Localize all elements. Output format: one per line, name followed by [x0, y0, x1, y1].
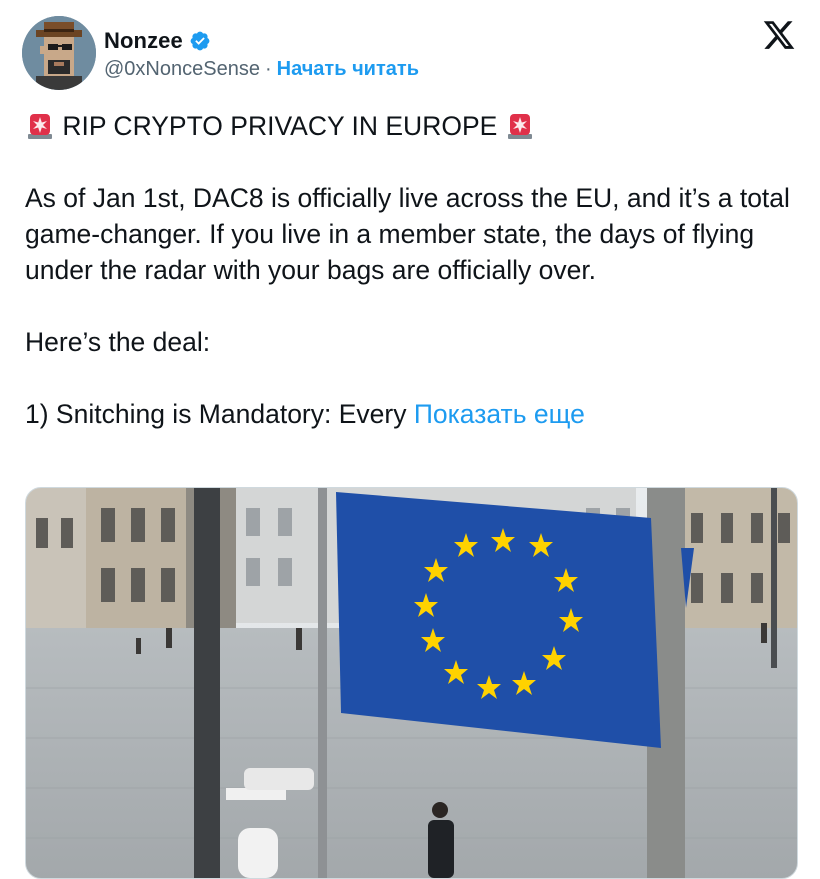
author-handle-row: @0xNonceSense · Начать читать	[104, 58, 419, 81]
tweet-headline-line: RIP CRYPTO PRIVACY IN EUROPE	[25, 108, 795, 144]
avatar[interactable]	[22, 16, 96, 90]
verified-badge-icon	[190, 31, 210, 51]
author-name-row: Nonzee	[104, 28, 211, 54]
tweet-headline: RIP CRYPTO PRIVACY IN EUROPE	[62, 111, 498, 141]
author-name[interactable]: Nonzee	[104, 28, 183, 54]
rotating-light-siren-icon	[507, 114, 532, 139]
pixel-avatar-icon	[22, 16, 96, 90]
x-logo-icon[interactable]	[762, 18, 796, 52]
tweet-paragraph-3: 1) Snitching is Mandatory: Every	[25, 399, 407, 429]
eu-flag-photo	[26, 488, 797, 878]
author-handle[interactable]: @0xNonceSense	[104, 58, 260, 81]
follow-button[interactable]: Начать читать	[277, 58, 419, 81]
separator-dot: ·	[264, 58, 272, 80]
tweet-paragraph-2: Here’s the deal:	[25, 327, 211, 357]
tweet-paragraph-3-line: 1) Snitching is Mandatory: Every Показат…	[25, 396, 795, 432]
tweet-media-photo[interactable]	[25, 487, 798, 879]
tweet-text: RIP CRYPTO PRIVACY IN EUROPE As of Jan 1…	[25, 108, 795, 432]
rotating-light-siren-icon	[28, 114, 52, 139]
tweet-header: Nonzee @0xNonceSense · Начать читать	[22, 16, 798, 96]
show-more-link[interactable]: Показать еще	[414, 399, 585, 429]
tweet-paragraph-1: As of Jan 1st, DAC8 is officially live a…	[25, 183, 790, 285]
